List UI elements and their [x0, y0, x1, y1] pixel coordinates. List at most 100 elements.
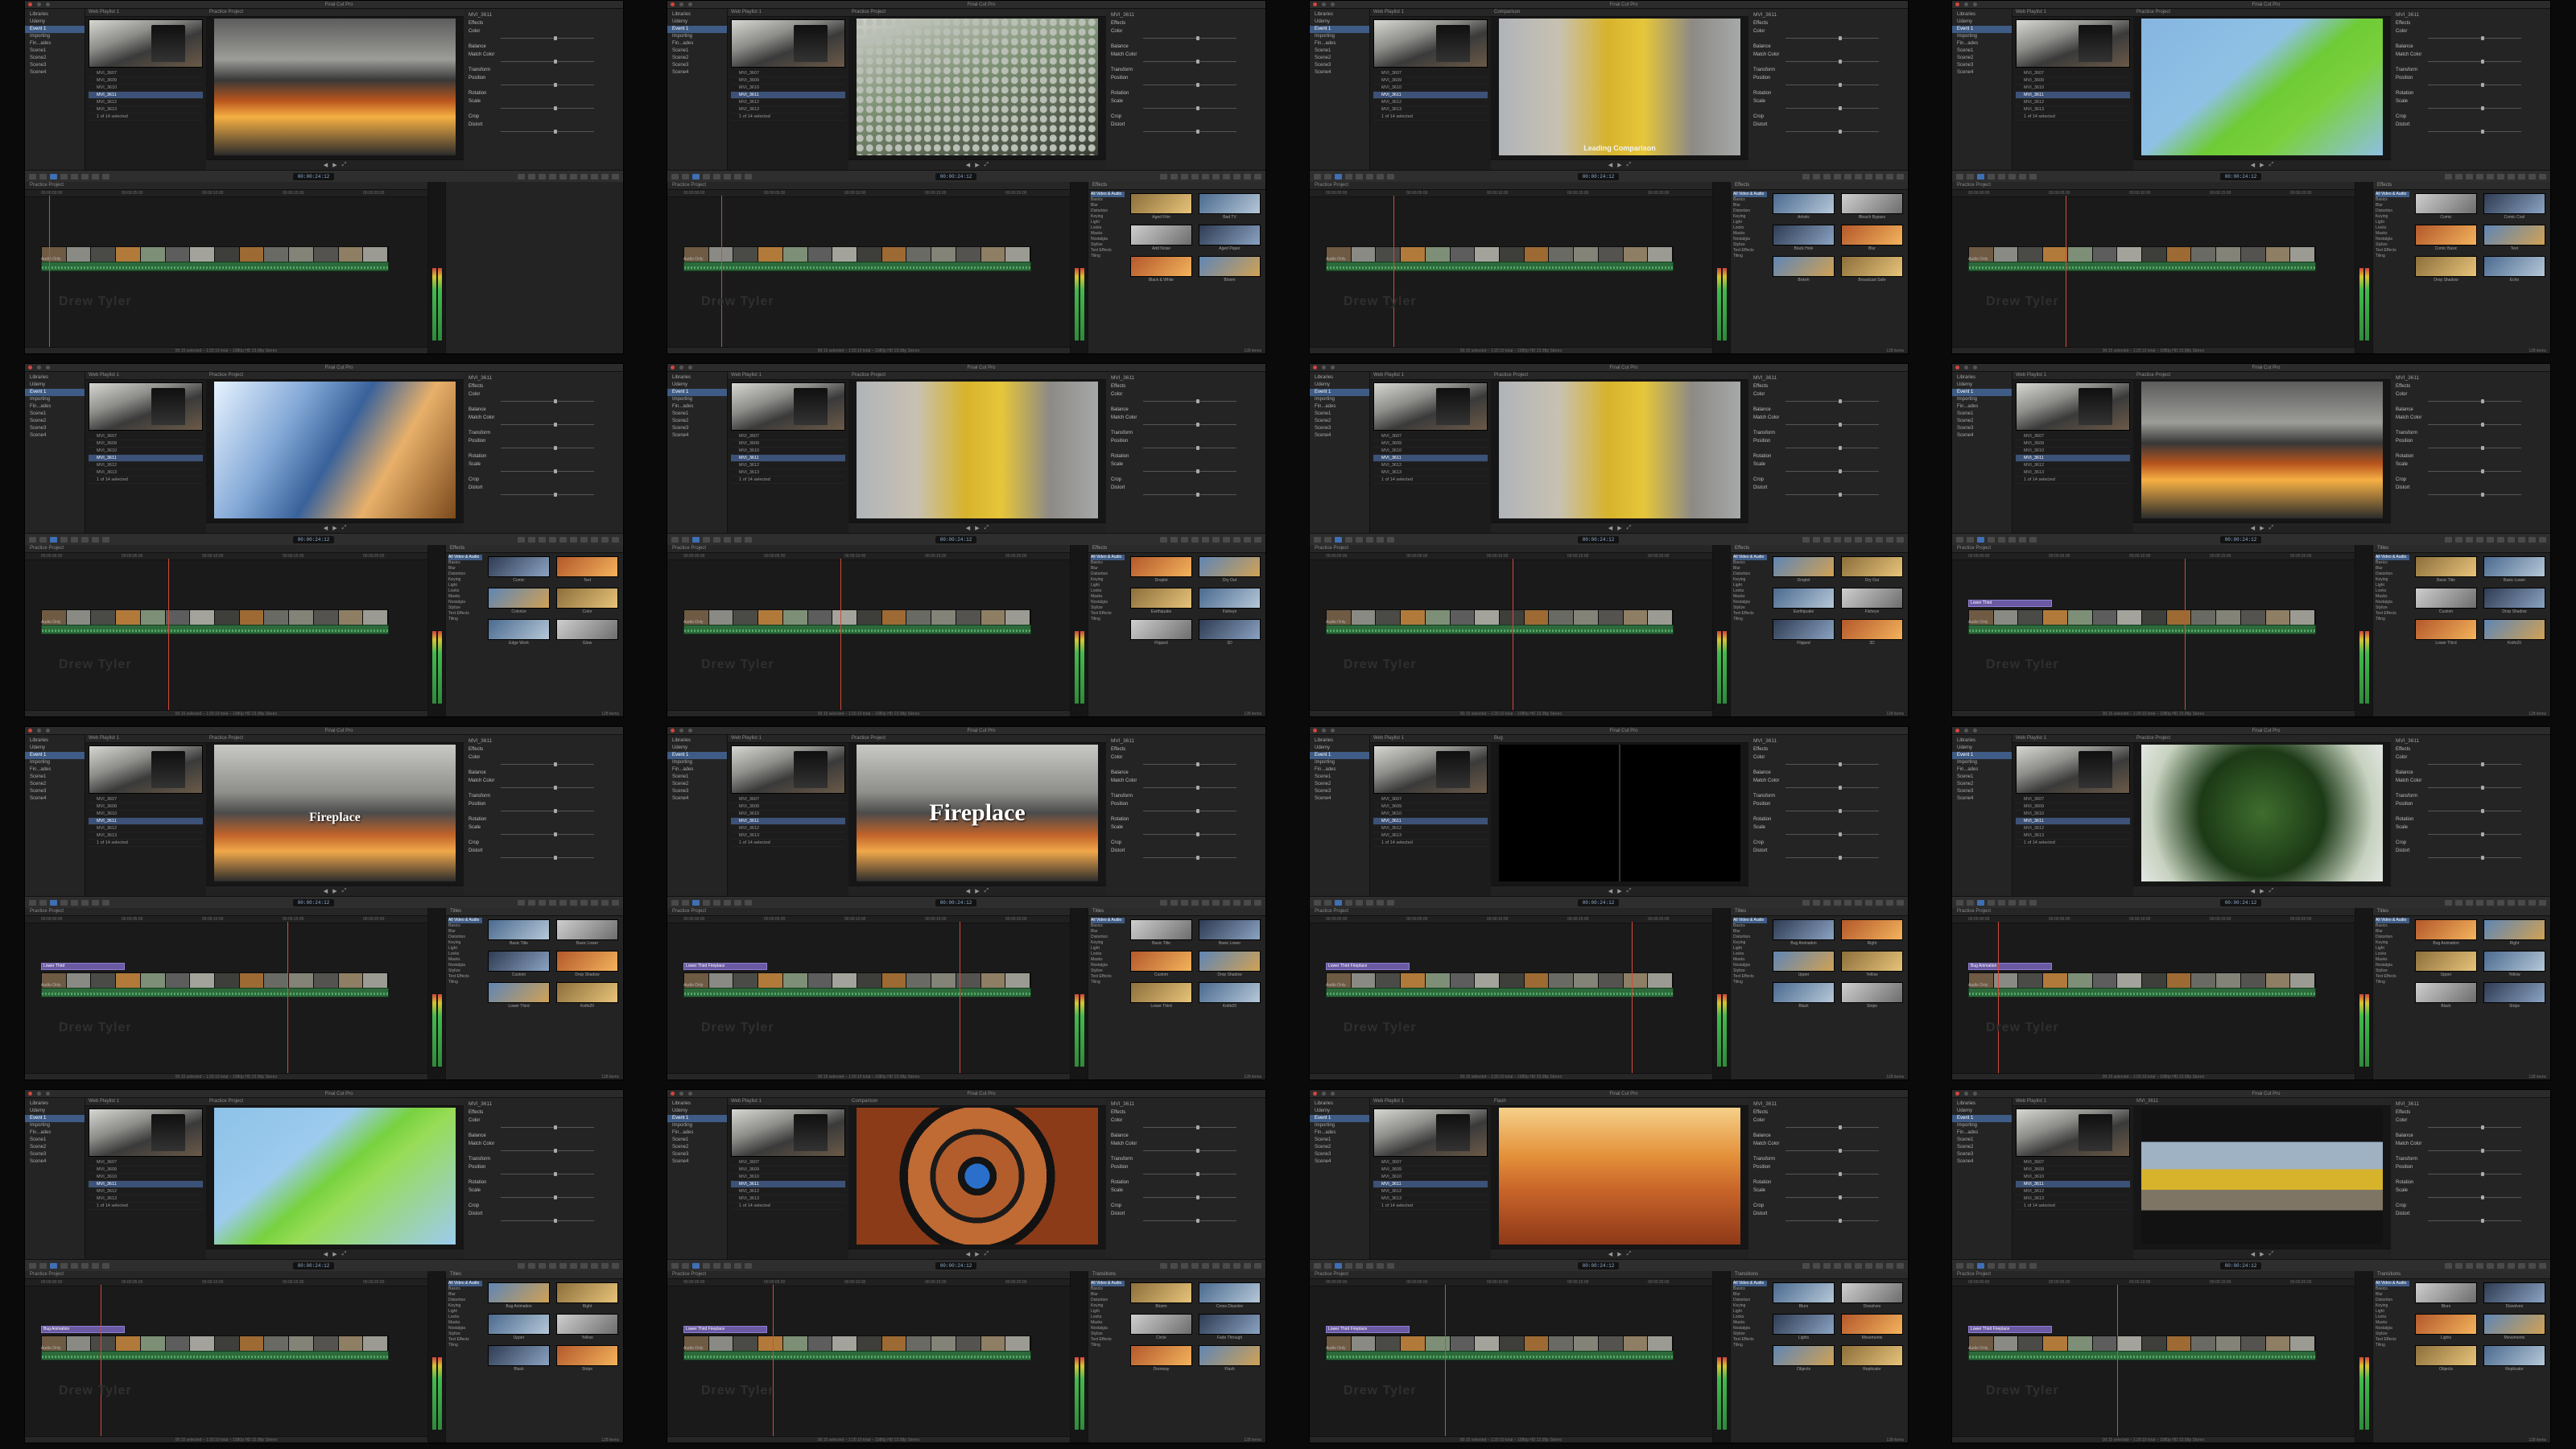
inspector-section[interactable]: Color: [1753, 755, 1903, 760]
toolbar-button[interactable]: [2008, 536, 2016, 543]
title-clip[interactable]: Bug Animation: [1968, 963, 2052, 970]
browser-item[interactable]: Basic Title: [488, 919, 550, 946]
inspector-section[interactable]: Crop: [1753, 840, 1903, 845]
storyline-clip[interactable]: [2043, 1336, 2068, 1351]
play-icon[interactable]: ▶: [332, 888, 336, 894]
toolbar-button[interactable]: [71, 536, 78, 543]
browser-item[interactable]: Yellow: [1841, 951, 1903, 977]
toolbar-button[interactable]: [1366, 173, 1373, 180]
title-clip[interactable]: Bug Animation: [41, 1326, 125, 1333]
storyline-clip[interactable]: [708, 1336, 734, 1351]
browser-category[interactable]: Nostalgia: [1091, 963, 1125, 968]
storyline-clip[interactable]: [190, 1336, 216, 1351]
inspector-section[interactable]: Effects: [1753, 747, 1903, 752]
fullscreen-icon[interactable]: ⤢: [342, 525, 347, 531]
inspector-section[interactable]: Transform: [469, 431, 618, 436]
browser-category[interactable]: Stylize: [2376, 1331, 2409, 1337]
parameter-slider[interactable]: [1785, 82, 1903, 88]
fullscreen-icon[interactable]: ⤢: [2269, 162, 2274, 168]
inspector-section[interactable]: Crop: [469, 477, 618, 482]
timecode-display[interactable]: 00:00:24:12: [2219, 172, 2262, 180]
inspector-section[interactable]: Crop: [1111, 477, 1261, 482]
storyline-clip[interactable]: [1598, 610, 1624, 625]
toolbar-button[interactable]: [2008, 173, 2016, 180]
inspector-section[interactable]: Rotation: [1111, 817, 1261, 822]
inspector-section[interactable]: Balance: [2396, 44, 2545, 49]
browser-category[interactable]: Light: [1733, 946, 1767, 952]
library-item[interactable]: Udemy: [1310, 382, 1369, 389]
storyline-clip[interactable]: [2092, 610, 2118, 625]
play-icon[interactable]: ▶: [332, 162, 336, 168]
browser-toggle-button[interactable]: [1876, 899, 1884, 906]
close-window-button[interactable]: [28, 729, 32, 733]
browser-item[interactable]: Black: [1773, 982, 1835, 1009]
library-item[interactable]: Fin...ades: [667, 766, 727, 774]
parameter-slider[interactable]: [501, 1218, 618, 1224]
storyline-clip[interactable]: [2290, 610, 2316, 625]
toolbar-button[interactable]: [1377, 173, 1384, 180]
toolbar-button[interactable]: [29, 1262, 36, 1269]
browser-item-thumbnail[interactable]: [2483, 982, 2545, 1003]
close-window-button[interactable]: [28, 365, 32, 369]
library-item[interactable]: Scene2: [667, 418, 727, 425]
storyline-clip[interactable]: [1574, 1336, 1599, 1351]
browser-item-thumbnail[interactable]: [1841, 1282, 1903, 1303]
browser-category[interactable]: Distortion: [448, 572, 482, 577]
library-item[interactable]: Event 1: [667, 389, 727, 396]
storyline-clip[interactable]: [338, 610, 364, 625]
storyline-clip[interactable]: [931, 247, 956, 262]
play-icon[interactable]: ▶: [2260, 888, 2264, 894]
audio-clip[interactable]: [683, 625, 1031, 634]
browser-toggle-button[interactable]: [1233, 1262, 1241, 1269]
toolbar-button[interactable]: [2019, 173, 2026, 180]
browser-category[interactable]: Keying: [448, 940, 482, 946]
browser-item-thumbnail[interactable]: [1130, 1282, 1192, 1303]
storyline-clip[interactable]: [165, 973, 191, 988]
toolbar-button[interactable]: [2019, 536, 2026, 543]
browser-toggle-button[interactable]: [1823, 536, 1831, 543]
toolbar-button[interactable]: [682, 173, 689, 180]
toolbar-button[interactable]: [734, 1262, 741, 1269]
browser-category[interactable]: Tiling: [2376, 254, 2409, 259]
toolbar-button[interactable]: [734, 899, 741, 906]
parameter-slider[interactable]: [501, 1125, 618, 1130]
parameter-slider[interactable]: [501, 855, 618, 861]
storyline-clip[interactable]: [2043, 610, 2068, 625]
browser-toggle-button[interactable]: [559, 899, 568, 906]
browser-toggle-button[interactable]: [1223, 173, 1231, 180]
browser-toggle-button[interactable]: [1223, 899, 1231, 906]
browser-toggle-button[interactable]: [559, 536, 568, 543]
storyline-clip[interactable]: [264, 610, 290, 625]
play-previous-icon[interactable]: ◀: [2251, 525, 2255, 531]
clip-row[interactable]: MVI_3612: [731, 825, 845, 832]
inspector-section[interactable]: Transform: [469, 68, 618, 72]
parameter-slider[interactable]: [1143, 855, 1261, 861]
parameter-slider[interactable]: [1785, 855, 1903, 861]
toolbar-button[interactable]: [2029, 536, 2037, 543]
play-icon[interactable]: ▶: [2260, 162, 2264, 168]
browser-category[interactable]: Keying: [1091, 940, 1125, 946]
clip-filmstrip[interactable]: [2016, 382, 2130, 431]
play-icon[interactable]: ▶: [975, 1251, 979, 1257]
inspector-section[interactable]: Rotation: [469, 817, 618, 822]
browser-item-thumbnail[interactable]: [488, 1345, 550, 1366]
storyline-clip[interactable]: [2191, 610, 2217, 625]
fullscreen-icon[interactable]: ⤢: [985, 1251, 989, 1257]
audio-clip[interactable]: [1326, 625, 1674, 634]
playhead[interactable]: [2117, 1285, 2118, 1443]
browser-item-thumbnail[interactable]: [2483, 588, 2545, 609]
play-previous-icon[interactable]: ◀: [324, 525, 328, 531]
browser-category[interactable]: Blur: [1091, 1292, 1125, 1298]
clip-row[interactable]: MVI_3610: [1373, 85, 1488, 92]
audio-clip[interactable]: [1968, 262, 2316, 271]
browser-category[interactable]: All Video & Audio: [2376, 555, 2409, 560]
inspector-section[interactable]: Color: [2396, 29, 2545, 34]
library-item[interactable]: Scene4: [25, 69, 85, 76]
browser-category[interactable]: Basics: [1091, 923, 1125, 929]
parameter-slider[interactable]: [1143, 492, 1261, 497]
timecode-display[interactable]: 00:00:24:12: [292, 172, 335, 180]
timeline-ruler[interactable]: 00:00:00:00 00:00:05:00 00:00:10:00 00:00:1…: [1310, 190, 1712, 197]
minimize-window-button[interactable]: [679, 2, 683, 6]
inspector-section[interactable]: Balance: [2396, 1133, 2545, 1138]
browser-category[interactable]: Light: [2376, 220, 2409, 225]
